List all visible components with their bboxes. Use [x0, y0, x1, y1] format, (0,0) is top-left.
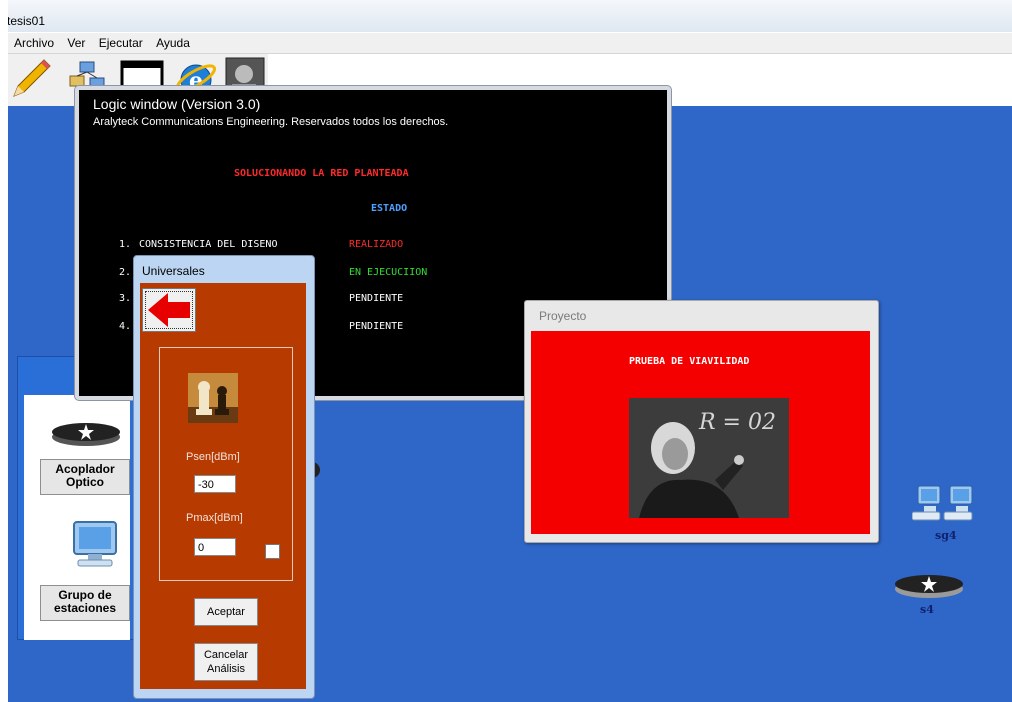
s4-label: s4	[920, 603, 934, 616]
menu-ayuda[interactable]: Ayuda	[156, 33, 190, 53]
computer-icon[interactable]	[64, 516, 128, 577]
logic-heading: SOLUCIONANDO LA RED PLANTEADA	[234, 168, 409, 179]
proyecto-heading: PRUEBA DE VIAVILIDAD	[629, 356, 750, 367]
step-4-number: 4.	[119, 321, 132, 332]
pmax-checkbox[interactable]	[265, 544, 280, 559]
estado-header: ESTADO	[371, 203, 408, 214]
chess-icon	[188, 373, 238, 428]
menu-ver[interactable]: Ver	[67, 33, 85, 53]
pencil-icon[interactable]	[8, 56, 52, 100]
proyecto-panel: PRUEBA DE VIAVILIDAD R = 02	[531, 331, 870, 534]
app-title-bar: tesis01	[0, 0, 1012, 32]
step-2-number: 2.	[119, 267, 132, 278]
app-title: tesis01	[7, 14, 46, 28]
optical-coupler-icon[interactable]	[50, 418, 122, 453]
psen-input[interactable]: -30	[194, 475, 236, 493]
sg4-label: sg4	[935, 529, 957, 542]
step-1-number: 1.	[119, 239, 132, 250]
menu-archivo[interactable]: Archivo	[14, 33, 54, 53]
step-3-status: PENDIENTE	[349, 293, 404, 304]
logic-window-subtitle: Aralyteck Communications Engineering. Re…	[93, 116, 449, 128]
pmax-label: Pmax[dBm]	[186, 512, 243, 524]
universales-title: Universales	[142, 264, 205, 278]
step-1-status: REALIZADO	[349, 239, 404, 250]
psen-label: Psen[dBm]	[186, 451, 240, 463]
menu-bar: Archivo Ver Ejecutar Ayuda	[8, 33, 1012, 54]
step-1-label: CONSISTENCIA DEL DISENO	[139, 239, 278, 250]
cancel-label-line1: Cancelar	[203, 649, 249, 661]
menu-ejecutar[interactable]: Ejecutar	[99, 33, 143, 53]
coupler-node-icon[interactable]	[893, 571, 965, 606]
step-3-number: 3.	[119, 293, 132, 304]
arrow-left-icon	[148, 293, 190, 327]
grupo-estaciones-button[interactable]: Grupo de estaciones	[40, 585, 130, 621]
logic-window-title: Logic window (Version 3.0)	[93, 96, 261, 112]
left-border	[0, 0, 8, 702]
acoplador-label-line2: Optico	[66, 475, 104, 489]
grupo-label-line2: estaciones	[53, 601, 117, 615]
step-4-status: PENDIENTE	[349, 321, 404, 332]
step-2-status: EN EJECUCIION	[349, 267, 428, 278]
cancel-label-line2: Análisis	[207, 663, 245, 675]
einstein-photo: R = 02	[629, 398, 789, 518]
pmax-input[interactable]: 0	[194, 538, 236, 556]
back-button[interactable]	[142, 288, 196, 332]
station-group-icon[interactable]	[911, 482, 984, 533]
proyecto-title: Proyecto	[539, 309, 587, 323]
acoplador-optico-button[interactable]: Acoplador Optico	[40, 459, 130, 495]
aceptar-button[interactable]: Aceptar	[194, 598, 258, 626]
chalkboard-text: R = 02	[699, 410, 776, 435]
cancelar-analisis-button[interactable]: Cancelar Análisis	[194, 643, 258, 681]
